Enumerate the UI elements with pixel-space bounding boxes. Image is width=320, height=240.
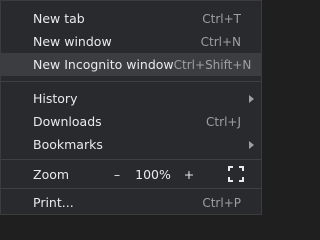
zoom-in-button[interactable]: + xyxy=(175,163,203,185)
chevron-right-icon xyxy=(249,140,254,149)
zoom-out-button[interactable]: – xyxy=(103,163,131,185)
menu-separator xyxy=(1,188,261,189)
menu-item-label: Print... xyxy=(33,195,74,210)
menu-separator xyxy=(1,81,261,82)
menu-item-label: History xyxy=(33,91,78,106)
zoom-label: Zoom xyxy=(33,166,70,182)
menu-item-label: Bookmarks xyxy=(33,137,103,152)
menu-item-label: New tab xyxy=(33,11,85,26)
menu-item-new-window[interactable]: New window Ctrl+N xyxy=(1,30,261,53)
menu-item-label: New Incognito window xyxy=(33,57,174,72)
zoom-level: 100% xyxy=(135,166,171,182)
menu-item-new-tab[interactable]: New tab Ctrl+T xyxy=(1,7,261,30)
fullscreen-icon xyxy=(228,166,244,182)
menu-item-history[interactable]: History xyxy=(1,87,261,110)
menu-item-shortcut: Ctrl+P xyxy=(202,195,241,210)
menu-item-downloads[interactable]: Downloads Ctrl+J xyxy=(1,110,261,133)
menu-item-bookmarks[interactable]: Bookmarks xyxy=(1,133,261,156)
menu-item-label: Downloads xyxy=(33,114,102,129)
menu-item-label: New window xyxy=(33,34,112,49)
menu-item-print[interactable]: Print... Ctrl+P xyxy=(1,191,261,214)
zoom-row: Zoom – 100% + xyxy=(1,161,261,187)
menu-separator xyxy=(1,159,261,160)
menu-item-shortcut: Ctrl+J xyxy=(206,114,241,129)
chevron-right-icon xyxy=(249,94,254,103)
menu-item-shortcut: Ctrl+N xyxy=(200,34,241,49)
chrome-main-menu: New tab Ctrl+T New window Ctrl+N New Inc… xyxy=(0,0,262,215)
fullscreen-button[interactable] xyxy=(227,165,245,183)
menu-item-new-incognito-window[interactable]: New Incognito window Ctrl+Shift+N xyxy=(1,53,261,76)
menu-item-shortcut: Ctrl+Shift+N xyxy=(173,57,252,72)
menu-item-shortcut: Ctrl+T xyxy=(202,11,241,26)
